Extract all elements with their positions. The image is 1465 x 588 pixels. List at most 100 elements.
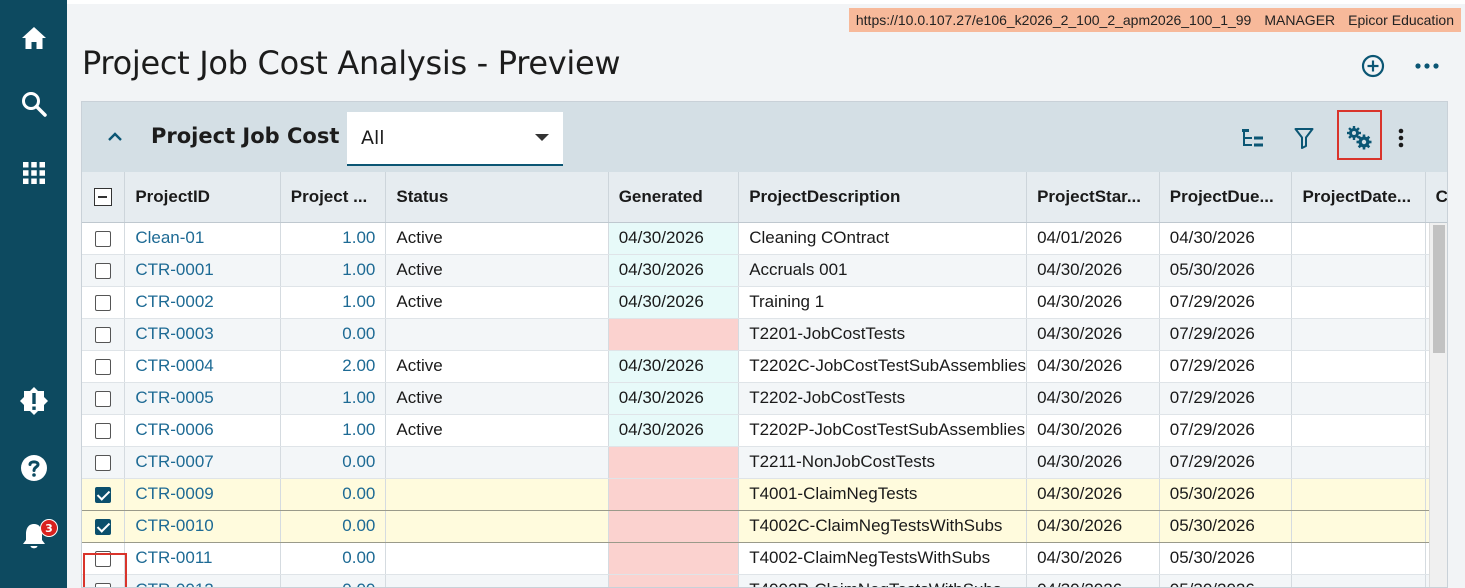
column-header-projectdue[interactable]: ProjectDue... (1159, 172, 1293, 223)
home-button[interactable] (0, 16, 67, 60)
table-row[interactable]: CTR-0003 0.00 T2201-JobCostTests 04/30/2026… (82, 318, 1447, 351)
column-header-projectid[interactable]: ProjectID (124, 172, 281, 223)
project-date-cell (1291, 382, 1426, 415)
more-vertical-icon (1398, 128, 1404, 148)
project-id-link[interactable]: CTR-0003 (124, 318, 281, 351)
row-checkbox[interactable] (82, 254, 126, 287)
page-more-button[interactable] (1413, 52, 1441, 80)
filter-select[interactable]: All (347, 112, 563, 166)
status-cell (385, 478, 609, 511)
column-header-project-amount[interactable]: Project ... (280, 172, 387, 223)
help-button[interactable] (0, 446, 67, 490)
start-date-cell: 04/30/2026 (1026, 286, 1160, 319)
description-cell: T2201-JobCostTests (738, 318, 1028, 351)
apps-button[interactable] (0, 151, 67, 195)
due-date-cell: 05/30/2026 (1159, 478, 1293, 511)
unchecked-checkbox-icon (95, 230, 112, 247)
unchecked-checkbox-icon (95, 262, 112, 279)
column-header-projectdescription[interactable]: ProjectDescription (738, 172, 1028, 223)
table-row[interactable]: CTR-0007 0.00 T2211-NonJobCostTests 04/30/2… (82, 446, 1447, 479)
row-checkbox[interactable] (82, 510, 126, 543)
project-id-link[interactable]: CTR-0001 (124, 254, 281, 287)
table-row[interactable]: CTR-0002 1.00 Active 04/30/2026 Training 1 04… (82, 286, 1447, 319)
row-checkbox[interactable] (82, 286, 126, 319)
generated-cell: 04/30/2026 (608, 382, 740, 415)
project-amount-cell: 1.00 (280, 222, 387, 255)
notifications-button[interactable]: 3 (0, 514, 67, 558)
project-date-cell (1291, 350, 1426, 383)
search-icon (21, 92, 47, 117)
row-checkbox[interactable] (82, 222, 126, 255)
due-date-cell: 05/30/2026 (1159, 574, 1293, 587)
row-checkbox[interactable] (82, 478, 126, 511)
row-checkbox[interactable] (82, 542, 126, 575)
scrollbar-thumb[interactable] (1433, 225, 1445, 353)
column-header-truncated[interactable]: C (1425, 172, 1447, 223)
description-cell: T4002P-ClaimNegTestsWithSubs (738, 574, 1028, 587)
due-date-cell: 05/30/2026 (1159, 254, 1293, 287)
table-row[interactable]: CTR-0011 0.00 T4002-ClaimNegTestsWithSubs 0… (82, 542, 1447, 575)
filter-select-value: All (361, 127, 385, 149)
add-new-button[interactable] (1359, 52, 1387, 80)
description-cell: T2211-NonJobCostTests (738, 446, 1028, 479)
alerts-button[interactable] (0, 379, 67, 423)
project-id-link[interactable]: CTR-0006 (124, 414, 281, 447)
table-row[interactable]: CTR-0004 2.00 Active 04/30/2026 T2202C-JobCo… (82, 350, 1447, 383)
start-date-cell: 04/30/2026 (1026, 350, 1160, 383)
table-row[interactable]: CTR-0005 1.00 Active 04/30/2026 T2202-JobCos… (82, 382, 1447, 415)
due-date-cell: 07/29/2026 (1159, 318, 1293, 351)
project-id-link[interactable]: CTR-0004 (124, 350, 281, 383)
chevron-up-icon (108, 132, 122, 141)
table-row[interactable]: Clean-01 1.00 Active 04/30/2026 Cleaning COn… (82, 222, 1447, 255)
row-checkbox[interactable] (82, 318, 126, 351)
row-checkbox[interactable] (82, 414, 126, 447)
unchecked-checkbox-icon (95, 294, 112, 311)
start-date-cell: 04/30/2026 (1026, 542, 1160, 575)
vertical-scrollbar[interactable] (1429, 223, 1447, 587)
project-id-link[interactable]: CTR-0012 (124, 574, 281, 587)
project-id-link[interactable]: CTR-0009 (124, 478, 281, 511)
table-row[interactable]: CTR-0009 0.00 T4001-ClaimNegTests 04/30/202… (82, 478, 1447, 511)
row-checkbox[interactable] (82, 574, 126, 587)
column-header-projectdate[interactable]: ProjectDate... (1291, 172, 1426, 223)
panel-title: Project Job Cost (151, 124, 340, 148)
column-header-generated[interactable]: Generated (608, 172, 740, 223)
tree-view-button[interactable] (1238, 123, 1268, 153)
table-row[interactable]: CTR-0006 1.00 Active 04/30/2026 T2202P-JobCo… (82, 414, 1447, 447)
environment-bar: https://10.0.107.27/e106_k2026_2_100_2_a… (848, 8, 1461, 32)
project-date-cell (1291, 318, 1426, 351)
project-date-cell (1291, 254, 1426, 287)
settings-highlight-box (1337, 110, 1382, 160)
unchecked-checkbox-icon (95, 454, 112, 471)
project-id-link[interactable]: CTR-0007 (124, 446, 281, 479)
project-id-link[interactable]: CTR-0005 (124, 382, 281, 415)
more-horizontal-icon (1415, 63, 1439, 69)
table-row[interactable]: CTR-00120.00 T4002P-ClaimNegTestsWithSubs… (82, 574, 1447, 587)
project-amount-cell: 0.00 (280, 446, 387, 479)
generated-cell (608, 574, 740, 587)
due-date-cell: 05/30/2026 (1159, 542, 1293, 575)
column-header-projectstart[interactable]: ProjectStar... (1026, 172, 1160, 223)
project-amount-cell: 1.00 (280, 286, 387, 319)
column-header-status[interactable]: Status (385, 172, 609, 223)
filter-button[interactable] (1289, 123, 1319, 153)
select-all-checkbox[interactable] (82, 172, 126, 223)
project-id-link[interactable]: CTR-0010 (124, 510, 281, 543)
unchecked-checkbox-icon (95, 326, 112, 343)
search-button[interactable] (0, 82, 67, 126)
row-checkbox[interactable] (82, 446, 126, 479)
status-cell: Active (385, 286, 609, 319)
panel-more-button[interactable] (1386, 123, 1416, 153)
project-amount-cell: 0.00 (280, 478, 387, 511)
row-checkbox[interactable] (82, 382, 126, 415)
project-id-link[interactable]: Clean-01 (124, 222, 281, 255)
collapse-panel-button[interactable] (102, 124, 128, 150)
project-id-link[interactable]: CTR-0002 (124, 286, 281, 319)
project-date-cell (1291, 574, 1426, 587)
table-row[interactable]: CTR-0001 1.00 Active 04/30/2026 Accruals 001… (82, 254, 1447, 287)
table-row[interactable]: CTR-0010 0.00 T4002C-ClaimNegTestsWithSubs… (82, 510, 1447, 543)
row-checkbox[interactable] (82, 350, 126, 383)
home-icon (21, 27, 46, 49)
project-id-link[interactable]: CTR-0011 (124, 542, 281, 575)
env-company: Epicor Education (1348, 12, 1454, 28)
